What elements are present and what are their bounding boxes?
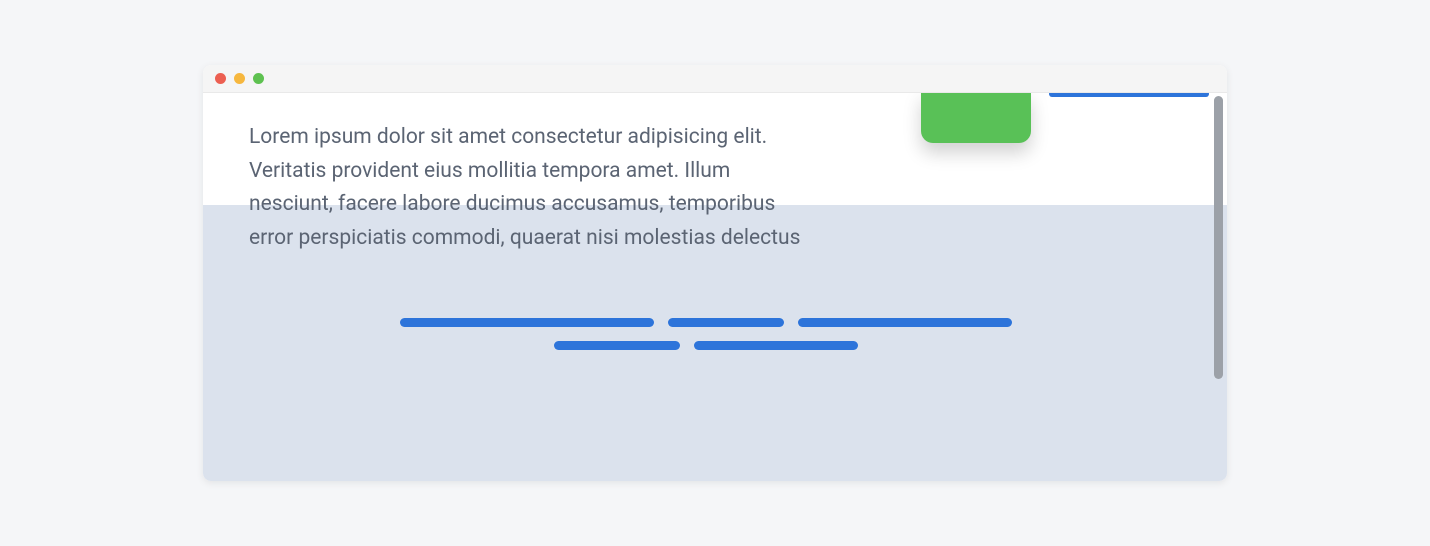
page-viewport: Lorem ipsum dolor sit amet consectetur a…: [203, 93, 1227, 481]
window-titlebar: [203, 65, 1227, 93]
footer-link[interactable]: [694, 341, 858, 350]
footer-link[interactable]: [668, 318, 784, 327]
window-minimize-button[interactable]: [234, 73, 245, 84]
browser-window: Lorem ipsum dolor sit amet consectetur a…: [203, 65, 1227, 481]
window-close-button[interactable]: [215, 73, 226, 84]
scrollbar[interactable]: [1214, 96, 1223, 459]
window-maximize-button[interactable]: [253, 73, 264, 84]
header-accent-bar: [1049, 93, 1209, 97]
footer-link[interactable]: [798, 318, 1012, 327]
traffic-lights: [215, 73, 264, 84]
footer-links: [203, 318, 1209, 350]
scrollbar-thumb[interactable]: [1214, 96, 1223, 379]
dropdown-panel[interactable]: [921, 93, 1031, 143]
footer-link[interactable]: [554, 341, 680, 350]
body-paragraph: Lorem ipsum dolor sit amet consectetur a…: [249, 121, 809, 255]
footer-link[interactable]: [400, 318, 654, 327]
